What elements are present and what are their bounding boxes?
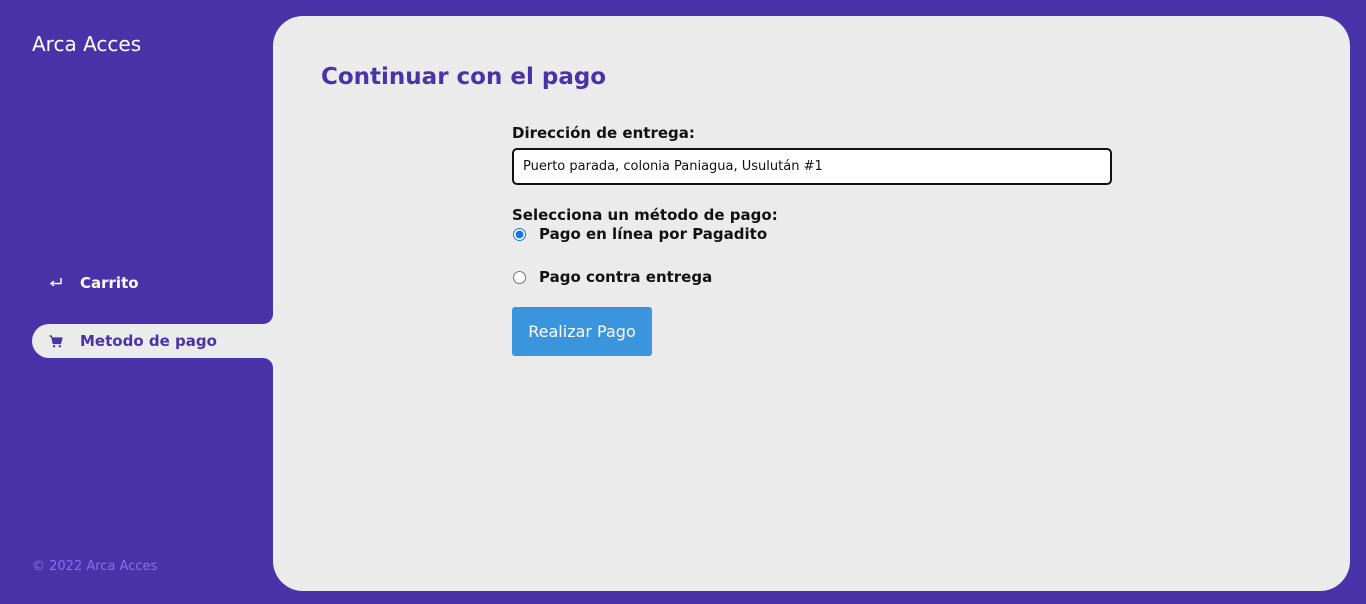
payment-option-pagadito[interactable]: Pago en línea por Pagadito xyxy=(512,224,1112,244)
active-tab-curve-bottom xyxy=(253,358,273,378)
payment-form: Dirección de entrega: Selecciona un méto… xyxy=(512,124,1112,356)
sidebar-item-label: Metodo de pago xyxy=(80,332,217,350)
payment-method-label: Selecciona un método de pago: xyxy=(512,206,778,224)
sidebar-item-carrito[interactable]: Carrito xyxy=(32,266,273,300)
payment-option-label: Pago en línea por Pagadito xyxy=(539,225,768,243)
return-arrow-icon xyxy=(48,275,64,291)
payment-option-label: Pago contra entrega xyxy=(539,268,713,286)
realizar-pago-button[interactable]: Realizar Pago xyxy=(512,307,652,356)
cart-icon xyxy=(48,333,64,349)
page-title: Continuar con el pago xyxy=(321,64,607,90)
sidebar-item-metodo-de-pago[interactable]: Metodo de pago xyxy=(32,324,273,358)
main-panel: Continuar con el pago Dirección de entre… xyxy=(273,16,1350,591)
payment-option-contra-entrega[interactable]: Pago contra entrega xyxy=(512,267,1112,287)
copyright-text: © 2022 Arca Acces xyxy=(32,559,158,574)
active-tab-curve-top xyxy=(253,304,273,324)
pagadito-radio[interactable] xyxy=(513,227,526,241)
address-input[interactable] xyxy=(512,148,1112,185)
sidebar-item-label: Carrito xyxy=(80,274,139,292)
contra-entrega-radio[interactable] xyxy=(513,270,526,284)
address-label: Dirección de entrega: xyxy=(512,124,695,142)
brand-logo: Arca Acces xyxy=(32,32,142,56)
app-root: Arca Acces Carrito Metodo de pago © 2022… xyxy=(0,0,1366,604)
sidebar: Arca Acces Carrito Metodo de pago © 2022… xyxy=(0,0,273,604)
